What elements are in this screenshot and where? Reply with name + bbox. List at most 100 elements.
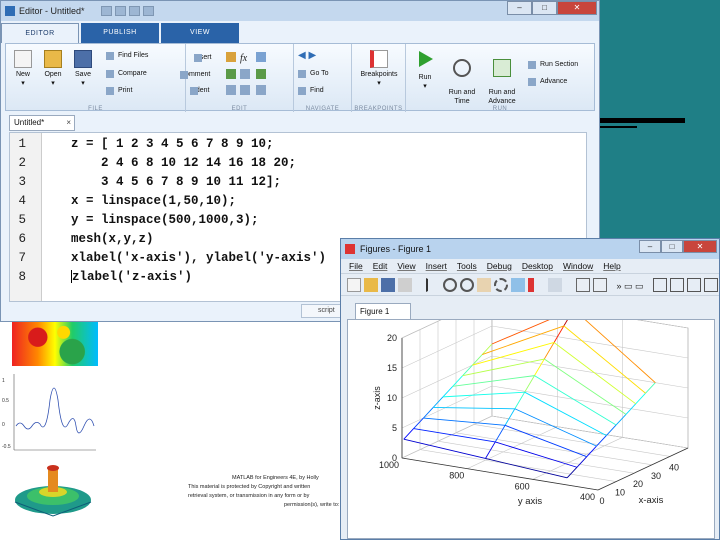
ribbon-tabs: EDITOR PUBLISH VIEW [1, 23, 241, 43]
x-tick-label: 40 [669, 462, 679, 472]
slide-divider-short [600, 126, 637, 128]
plot-area[interactable]: 0 5 10 15 20 400 600 800 1000 0 10 20 30 40 z-axis y ax… [347, 295, 715, 539]
x-tick-label: 20 [633, 479, 643, 489]
close-tab-icon[interactable]: × [66, 116, 71, 130]
colorbar-icon[interactable] [576, 277, 590, 292]
print-button[interactable]: Print [106, 85, 132, 96]
figure-icon [345, 244, 355, 254]
edit-plot-icon[interactable] [426, 277, 440, 292]
run-button[interactable]: Run ▾ [412, 50, 438, 91]
zoom-out-icon[interactable] [460, 277, 474, 292]
close-button[interactable]: ✕ [557, 1, 597, 15]
quick-save-icon[interactable] [100, 6, 112, 16]
link-plot-icon[interactable] [548, 277, 562, 292]
code-line[interactable]: 6 mesh(x,y,z) [10, 230, 340, 249]
y-tick-label: 800 [449, 471, 464, 481]
menu-tools[interactable]: Tools [457, 259, 477, 273]
mesh-plot[interactable]: 051015204006008001000010203040z-axisy ax… [348, 295, 714, 538]
ribbon-group-edit: Insert Comment Indent fx EDIT [180, 44, 294, 112]
menu-debug[interactable]: Debug [487, 259, 512, 273]
data-cursor-icon[interactable] [511, 277, 525, 292]
tab-publish[interactable]: PUBLISH [81, 23, 159, 43]
menu-file[interactable]: File [349, 259, 363, 273]
minimize-button[interactable]: – [639, 240, 661, 253]
tile-layout-icon-4[interactable] [704, 277, 718, 292]
dock-controls-icon[interactable]: » ▭ ▭ [610, 278, 650, 292]
save-icon[interactable] [381, 277, 395, 292]
rotate-3d-icon[interactable] [494, 277, 508, 292]
z-tick-label: 5 [392, 423, 397, 433]
find-files-button[interactable]: Find Files [106, 50, 148, 61]
code-line[interactable]: 8 zlabel('z-axis') [10, 268, 340, 287]
ribbon-group-navigate: Go To Find ◀ ▶ NAVIGATE [294, 44, 352, 112]
side-pane [491, 295, 689, 449]
code-line[interactable]: 4x = linspace(1,50,10); [10, 192, 340, 211]
code-line[interactable]: 7 xlabel('x-axis'), ylabel('y-axis') [10, 249, 340, 268]
menu-edit[interactable]: Edit [373, 259, 388, 273]
code-line[interactable]: 3 3 4 5 6 7 8 9 10 11 12]; [10, 173, 340, 192]
zoom-in-icon[interactable] [443, 277, 457, 292]
menu-view[interactable]: View [397, 259, 415, 273]
advance-button[interactable]: Advance [528, 76, 567, 87]
new-figure-icon[interactable] [347, 277, 361, 292]
minimize-button[interactable]: – [507, 1, 532, 15]
go-to-button[interactable]: Go To [298, 68, 329, 79]
mesh-line [566, 466, 578, 479]
maximize-button[interactable]: □ [532, 1, 557, 15]
print-icon[interactable] [398, 277, 412, 292]
code-line[interactable]: 1z = [ 1 2 3 4 5 6 7 8 9 10; [10, 135, 340, 154]
file-tab-untitled[interactable]: Untitled* × [9, 115, 75, 131]
run-icon [419, 51, 433, 67]
open-button[interactable]: Open ▾ [40, 50, 66, 88]
code-line[interactable]: 5y = linspace(500,1000,3); [10, 211, 340, 230]
y-tick-label: 1000 [379, 460, 399, 470]
sinc-plot-thumbnail: 1 0.5 0 -0.5 [2, 374, 96, 451]
menu-window[interactable]: Window [563, 259, 593, 273]
brush-icon[interactable] [528, 277, 534, 292]
wrap-icon [256, 69, 266, 79]
new-button[interactable]: New ▾ [10, 50, 36, 88]
quick-redo-icon[interactable] [128, 6, 140, 16]
ribbon-group-breakpoints: Breakpoints ▾ BREAKPOINTS [352, 44, 406, 112]
x-tick-label: 0 [599, 496, 604, 506]
run-advance-icon [493, 59, 511, 77]
run-and-advance-button[interactable]: Run and Advance [484, 50, 520, 106]
save-icon [74, 50, 92, 68]
maximize-button[interactable]: □ [661, 240, 683, 253]
close-button[interactable]: ✕ [683, 240, 717, 253]
legend-icon[interactable] [593, 277, 607, 292]
x-tick-label: 30 [651, 471, 661, 481]
run-section-button[interactable]: Run Section [528, 59, 578, 70]
figure-tab[interactable]: Figure 1 [355, 303, 411, 319]
tab-view[interactable]: VIEW [161, 23, 239, 43]
tile-layout-icon-3[interactable] [687, 277, 701, 292]
breakpoints-button[interactable]: Breakpoints ▾ [354, 50, 404, 88]
menu-help[interactable]: Help [603, 259, 620, 273]
menu-desktop[interactable]: Desktop [522, 259, 553, 273]
save-button[interactable]: Save ▾ [70, 50, 96, 88]
run-and-time-button[interactable]: Run and Time [444, 50, 480, 106]
menu-insert[interactable]: Insert [426, 259, 447, 273]
find-button[interactable]: Find [298, 85, 324, 96]
svg-text:0.5: 0.5 [2, 398, 9, 404]
tile-layout-icon[interactable] [653, 277, 667, 292]
open-icon[interactable] [364, 277, 378, 292]
quick-access-toolbar [100, 6, 154, 16]
slide-caption: MATLAB for Engineers 4E, by Holly This m… [188, 474, 358, 510]
quick-undo-icon[interactable] [114, 6, 126, 16]
tile-layout-icon-2[interactable] [670, 277, 684, 292]
insert-section-icon [226, 52, 236, 62]
code-line[interactable]: 2 2 4 6 8 10 12 14 16 18 20; [10, 154, 340, 173]
pan-icon[interactable] [477, 277, 491, 292]
edit-group-label: EDIT [231, 106, 248, 112]
quick-help-icon[interactable] [142, 6, 154, 16]
breakpoints-group-label: BREAKPOINTS [354, 106, 403, 112]
insert-button[interactable]: Insert [194, 52, 212, 63]
slide-divider [600, 118, 685, 123]
comment-button[interactable]: Comment [180, 69, 210, 80]
tab-editor[interactable]: EDITOR [1, 23, 79, 43]
compare-button[interactable]: Compare [106, 68, 147, 79]
back-forward-icons[interactable]: ◀ ▶ [298, 50, 316, 61]
navigate-group-label: NAVIGATE [305, 106, 340, 112]
run-and-time-label: Run and Time [448, 89, 476, 105]
